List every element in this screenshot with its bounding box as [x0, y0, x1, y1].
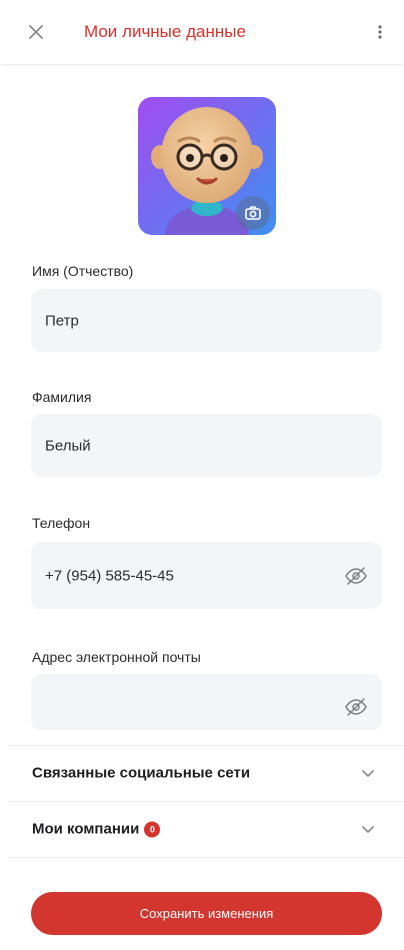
my-companies-section[interactable]: Мои компании 0 [0, 803, 404, 855]
email-field[interactable] [31, 674, 382, 730]
last-name-field[interactable]: Белый [31, 414, 382, 477]
linked-socials-title: Связанные социальные сети [32, 764, 251, 782]
top-bar: Мои личные данные [0, 0, 404, 64]
save-changes-button[interactable]: Сохранить изменения [31, 892, 382, 935]
first-name-field[interactable]: Петр [31, 289, 382, 352]
linked-socials-section[interactable]: Связанные социальные сети [0, 747, 404, 799]
divider [8, 857, 404, 858]
kebab-icon[interactable] [372, 20, 388, 44]
last-name-label: Фамилия [32, 389, 92, 405]
email-label: Адрес электронной почты [32, 649, 201, 665]
phone-field[interactable]: +7 (954) 585-45-45 [31, 542, 382, 609]
divider [8, 745, 404, 746]
eye-off-icon[interactable] [344, 564, 368, 588]
companies-count-badge: 0 [144, 821, 161, 838]
last-name-value: Белый [45, 437, 91, 454]
eye-off-icon[interactable] [344, 695, 368, 719]
chevron-down-icon [362, 826, 374, 833]
my-companies-title: Мои компании 0 [32, 820, 161, 838]
chevron-down-icon [362, 770, 374, 777]
page-title: Мои личные данные [84, 22, 246, 41]
phone-value: +7 (954) 585-45-45 [45, 567, 174, 584]
phone-label: Телефон [32, 515, 91, 531]
divider [8, 801, 404, 802]
close-icon[interactable] [24, 20, 48, 44]
first-name-label: Имя (Отчество) [32, 263, 134, 279]
first-name-value: Петр [45, 312, 79, 329]
my-companies-label: Мои компании [32, 820, 140, 838]
camera-icon[interactable] [236, 196, 270, 230]
